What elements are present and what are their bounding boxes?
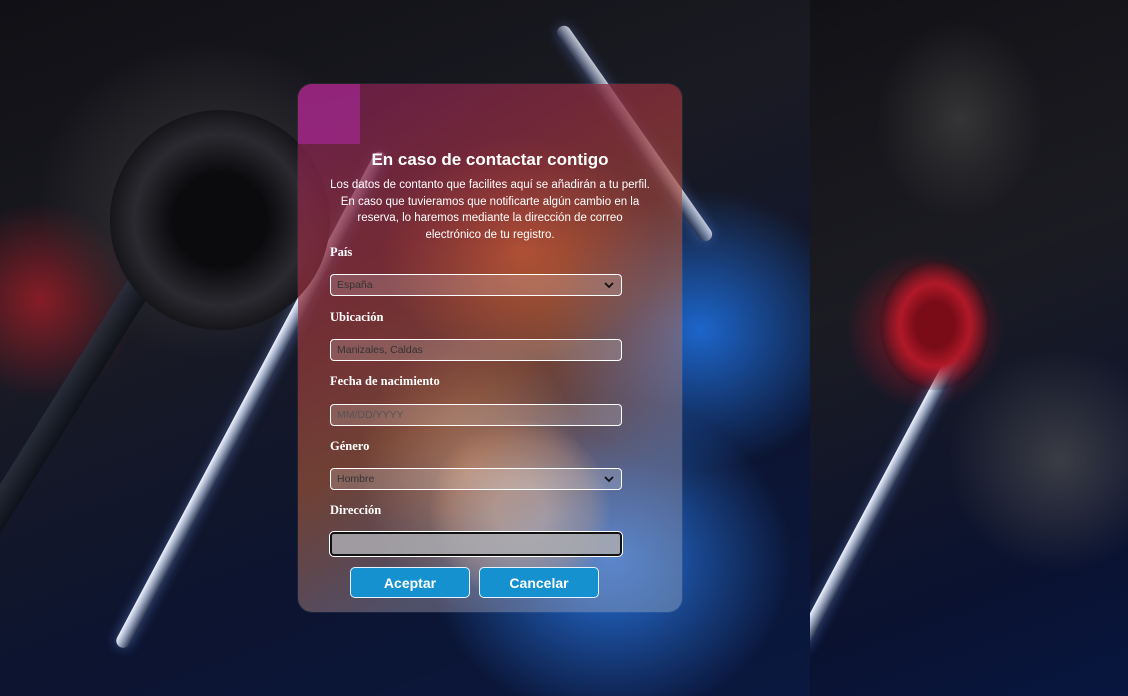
chevron-down-icon [603, 279, 615, 291]
accept-button[interactable]: Aceptar [350, 567, 470, 598]
contact-dialog: En caso de contactar contigo Los datos d… [298, 84, 682, 612]
ubicacion-value: Manizales, Caldas [337, 344, 423, 356]
fecha-placeholder: MM/DD/YYYY [337, 409, 404, 421]
pais-select[interactable]: España [330, 274, 622, 296]
ubicacion-label: Ubicación [330, 310, 384, 324]
printer-fan [110, 110, 330, 330]
genero-label: Género [330, 439, 370, 453]
pais-value: España [337, 279, 373, 291]
cancel-button[interactable]: Cancelar [479, 567, 599, 598]
direccion-input[interactable] [329, 531, 623, 557]
dialog-description: Los datos de contanto que facilites aquí… [330, 179, 650, 241]
fecha-label: Fecha de nacimiento [330, 374, 440, 388]
genero-select[interactable]: Hombre [330, 468, 622, 490]
direccion-label: Dirección [330, 503, 382, 517]
background-photo-tile [810, 0, 1128, 696]
ubicacion-input[interactable]: Manizales, Caldas [330, 339, 622, 361]
frame-rail [810, 352, 962, 651]
dialog-title: En caso de contactar contigo [371, 150, 609, 169]
chevron-down-icon [603, 473, 615, 485]
pais-label: País [330, 245, 353, 259]
corner-accent [298, 84, 360, 144]
fecha-input[interactable]: MM/DD/YYYY [330, 404, 622, 426]
genero-value: Hombre [337, 473, 375, 485]
printer-logo [880, 260, 990, 390]
